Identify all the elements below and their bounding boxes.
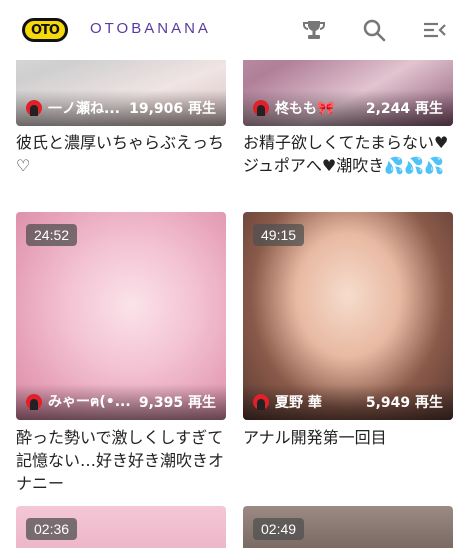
video-title[interactable]: 彼氏と濃厚いちゃらぶえっち♡ [16,131,231,177]
logo[interactable]: OTO [22,18,68,42]
video-meta: みゃーฅ(•... 9,395 再生 [16,384,226,420]
username[interactable]: 一ノ瀬ね... [48,98,123,118]
avatar [26,394,42,410]
username[interactable]: 夏野 華 [275,392,360,412]
video-meta: 夏野 華 5,949 再生 [243,384,453,420]
video-thumbnail[interactable]: 24:52 みゃーฅ(•... 9,395 再生 [16,212,226,420]
menu-collapse-icon[interactable] [420,16,448,44]
brand-name[interactable]: OTOBANANA [90,20,211,37]
view-count: 2,244 再生 [365,101,443,117]
video-title[interactable]: お精子欲しくてたまらない♥ジュポアへ♥潮吹き💦💦💦 [243,131,458,177]
avatar [253,394,269,410]
app-header: OTO OTOBANANA [0,0,469,60]
video-title[interactable]: 酔った勢いで激しくしすぎて記憶ない…好き好き潮吹きオナニー [16,426,231,495]
video-thumbnail[interactable]: 02:36 [16,506,226,548]
view-count: 9,395 再生 [138,395,216,411]
video-thumbnail[interactable]: 02:49 [243,506,453,548]
duration-badge: 49:15 [253,224,305,246]
avatar [253,100,269,116]
view-count: 19,906 再生 [129,101,216,117]
video-thumbnail[interactable]: 49:15 夏野 華 5,949 再生 [243,212,453,420]
duration-badge: 02:36 [26,518,78,540]
video-meta: 一ノ瀬ね... 19,906 再生 [16,90,226,126]
trophy-icon[interactable] [300,16,328,44]
video-title[interactable]: アナル開発第一回目 [243,426,458,449]
username[interactable]: みゃーฅ(•... [48,391,133,413]
search-icon[interactable] [360,16,388,44]
username[interactable]: 柊もも🎀 [275,98,360,118]
duration-badge: 02:49 [253,518,305,540]
view-count: 5,949 再生 [365,395,443,411]
video-meta: 柊もも🎀 2,244 再生 [243,90,453,126]
duration-badge: 24:52 [26,224,78,246]
avatar [26,100,42,116]
